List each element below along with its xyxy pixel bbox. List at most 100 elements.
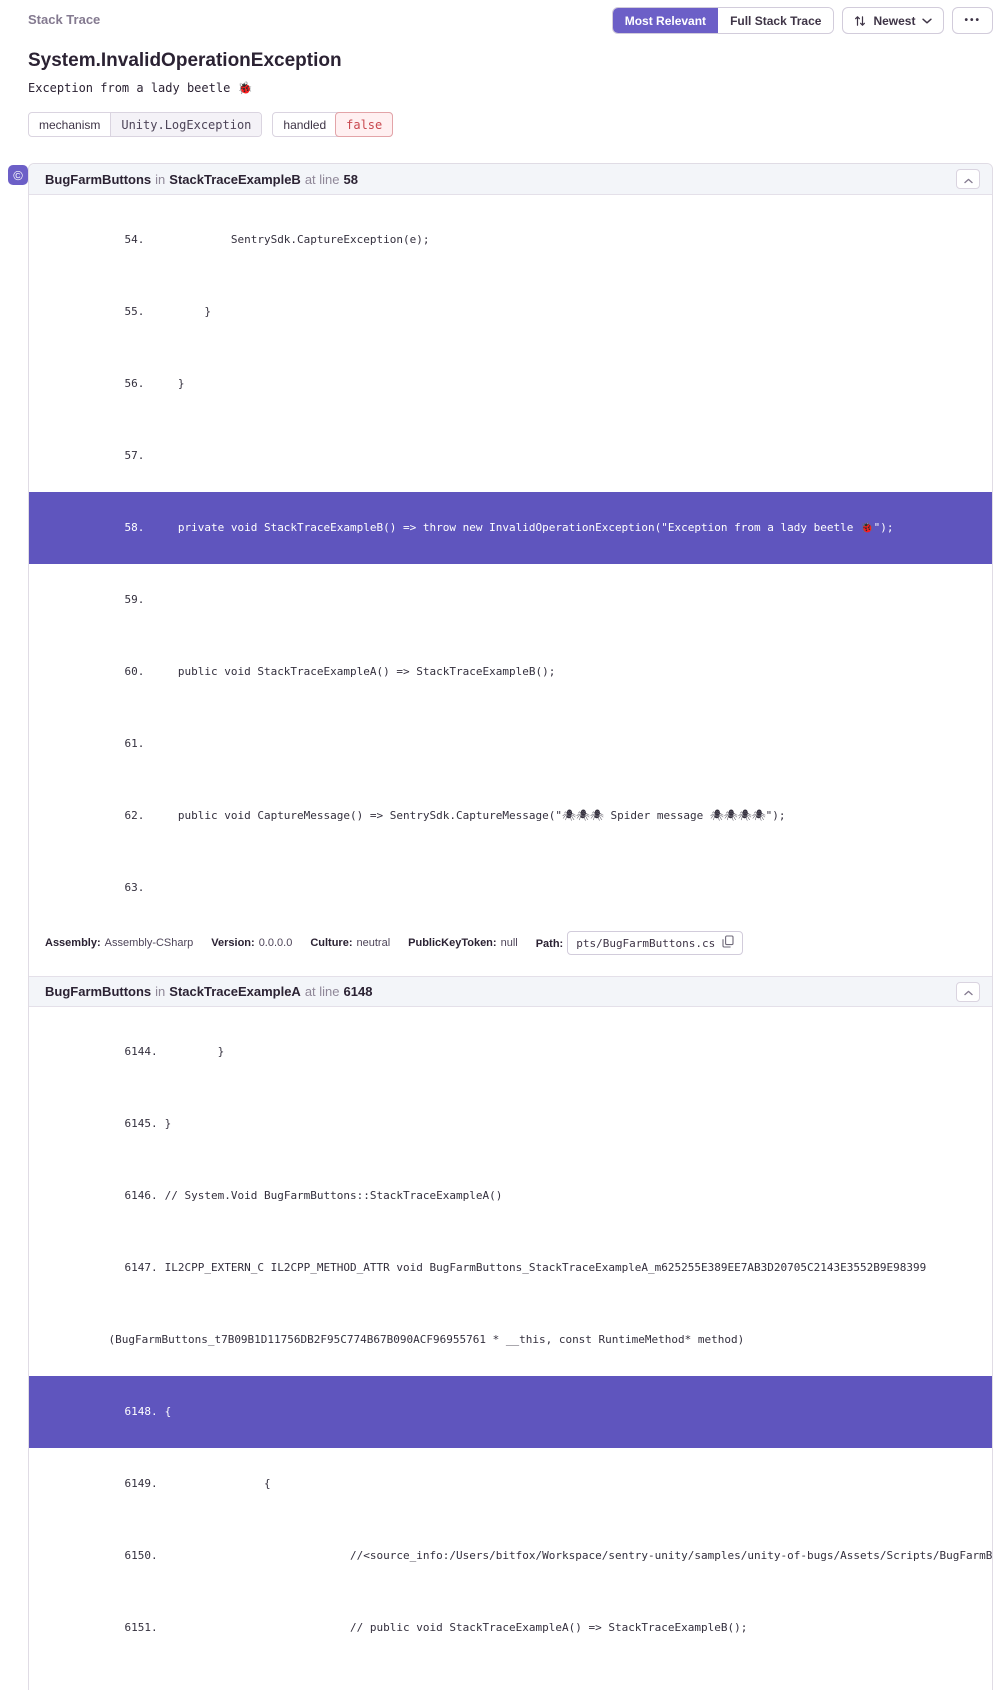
code-line: 60. public void StackTraceExampleA() => … <box>29 636 992 708</box>
line-number: 62. <box>124 809 144 822</box>
code-text: public void StackTraceExampleA() => Stac… <box>151 665 555 678</box>
code-text: // System.Void BugFarmButtons::StackTrac… <box>165 1189 503 1202</box>
line-number: 61. <box>124 737 144 750</box>
line-number: 56. <box>124 377 144 390</box>
collapse-frame-button[interactable] <box>956 982 980 1002</box>
line-number: 6148. <box>124 1405 157 1418</box>
section-title: Stack Trace <box>28 7 100 27</box>
culture-value: neutral <box>357 937 391 949</box>
view-toggle: Most Relevant Full Stack Trace <box>612 7 835 34</box>
stack-trace-container: © BugFarmButtonsinStackTraceExampleBat l… <box>28 163 993 1690</box>
line-number: 57. <box>124 449 144 462</box>
code-line: 59. <box>29 564 992 636</box>
most-relevant-button[interactable]: Most Relevant <box>613 8 718 33</box>
ellipsis-icon: ••• <box>964 16 981 26</box>
code-line: 6148. { <box>29 1376 992 1448</box>
code-text: } <box>165 1117 172 1130</box>
code-context: 6144. } 6145.} 6146. // System.Void BugFa… <box>29 1007 992 1690</box>
path-copy-button[interactable]: pts/BugFarmButtons.cs <box>567 931 743 955</box>
copy-icon <box>722 935 734 951</box>
line-number: 6144. <box>124 1045 157 1058</box>
code-line: 6152. BugFarmButtons_StackTraceExampleB_… <box>29 1664 992 1690</box>
frame-at-word: at line <box>305 984 340 999</box>
chevron-up-icon <box>964 984 973 999</box>
line-number: 55. <box>124 305 144 318</box>
full-stack-trace-button[interactable]: Full Stack Trace <box>718 8 833 33</box>
tag-value: Unity.LogException <box>110 113 261 136</box>
tag-handled: handled false <box>272 112 393 137</box>
csharp-platform-icon: © <box>8 165 28 185</box>
assembly-label: Assembly: <box>45 937 101 949</box>
line-number: 6151. <box>124 1621 157 1634</box>
frame-header-2[interactable]: BugFarmButtonsinStackTraceExampleAat lin… <box>29 976 992 1007</box>
code-line: 61. <box>29 708 992 780</box>
frame-at-word: at line <box>305 172 340 187</box>
exception-type: System.InvalidOperationException <box>28 50 993 72</box>
frame-line-number: 58 <box>344 172 358 187</box>
collapse-frame-button[interactable] <box>956 169 980 189</box>
code-line: 63. <box>29 852 992 924</box>
tag-mechanism: mechanism Unity.LogException <box>28 112 262 137</box>
stack-trace-page: Stack Trace Most Relevant Full Stack Tra… <box>0 0 999 1690</box>
code-text: } <box>151 377 184 390</box>
line-number: 54. <box>124 233 144 246</box>
tag-list: mechanism Unity.LogException handled fal… <box>28 112 993 137</box>
publickeytoken-label: PublicKeyToken: <box>408 937 496 949</box>
sort-dropdown-button[interactable]: Newest <box>842 7 944 34</box>
code-line: 57. <box>29 420 992 492</box>
code-text: // public void StackTraceExampleA() => S… <box>165 1621 748 1634</box>
code-text: IL2CPP_EXTERN_C IL2CPP_METHOD_ATTR void … <box>165 1261 927 1274</box>
stack-frame-1: BugFarmButtonsinStackTraceExampleBat lin… <box>29 164 992 964</box>
sort-label: Newest <box>873 14 915 28</box>
code-context: 54. SentrySdk.CaptureException(e); 55. }… <box>29 195 992 929</box>
line-number: 6145. <box>124 1117 157 1130</box>
chevron-down-icon <box>922 18 932 24</box>
code-text: (BugFarmButtons_t7B09B1D11756DB2F95C774B… <box>108 1333 744 1346</box>
line-number: 63. <box>124 881 144 894</box>
line-number: 59. <box>124 593 144 606</box>
code-line: 55. } <box>29 276 992 348</box>
code-line: 6144. } <box>29 1016 992 1088</box>
culture-label: Culture: <box>310 937 352 949</box>
code-line: 6147. IL2CPP_EXTERN_C IL2CPP_METHOD_ATTR … <box>29 1232 992 1304</box>
tag-value-error: false <box>335 112 393 137</box>
frame-in-word: in <box>155 172 165 187</box>
code-line: 6151. // public void StackTraceExampleA(… <box>29 1592 992 1664</box>
chevron-up-icon <box>964 172 973 187</box>
code-text: } <box>151 305 211 318</box>
frame-line-number: 6148 <box>344 984 373 999</box>
code-text: private void StackTraceExampleB() => thr… <box>151 521 893 534</box>
line-number: 6150. <box>124 1549 157 1562</box>
code-line: 6145.} <box>29 1088 992 1160</box>
tag-key: handled <box>273 113 336 136</box>
stack-frame-2: BugFarmButtonsinStackTraceExampleAat lin… <box>29 976 992 1690</box>
code-line: 56. } <box>29 348 992 420</box>
code-text: SentrySdk.CaptureException(e); <box>151 233 429 246</box>
path-value: pts/BugFarmButtons.cs <box>576 937 715 950</box>
exception-message: Exception from a lady beetle 🐞 <box>28 81 993 95</box>
frame-function: StackTraceExampleB <box>169 172 301 187</box>
code-text: { <box>165 1405 172 1418</box>
sort-arrows-icon <box>854 15 866 27</box>
frame-header-1[interactable]: BugFarmButtonsinStackTraceExampleBat lin… <box>29 164 992 195</box>
code-line: (BugFarmButtons_t7B09B1D11756DB2F95C774B… <box>29 1304 992 1376</box>
stack-trace-header: Stack Trace Most Relevant Full Stack Tra… <box>28 7 993 37</box>
code-text: //<source_info:/Users/bitfox/Workspace/s… <box>165 1549 992 1562</box>
header-controls: Most Relevant Full Stack Trace Newest ••… <box>612 7 993 34</box>
line-number: 6147. <box>124 1261 157 1274</box>
more-options-button[interactable]: ••• <box>952 7 993 34</box>
code-line: 6150. //<source_info:/Users/bitfox/Works… <box>29 1520 992 1592</box>
code-line: 62. public void CaptureMessage() => Sent… <box>29 780 992 852</box>
version-label: Version: <box>211 937 254 949</box>
path-label: Path: <box>536 938 564 950</box>
code-line: 58. private void StackTraceExampleB() =>… <box>29 492 992 564</box>
code-text: public void CaptureMessage() => SentrySd… <box>151 809 785 822</box>
line-number: 58. <box>124 521 144 534</box>
code-text: } <box>165 1045 225 1058</box>
frame-function: StackTraceExampleA <box>169 984 301 999</box>
line-number: 6146. <box>124 1189 157 1202</box>
frame-module: BugFarmButtons <box>45 984 151 999</box>
code-line: 54. SentrySdk.CaptureException(e); <box>29 204 992 276</box>
frame-title: BugFarmButtonsinStackTraceExampleAat lin… <box>45 984 376 999</box>
assembly-value: Assembly-CSharp <box>105 937 194 949</box>
